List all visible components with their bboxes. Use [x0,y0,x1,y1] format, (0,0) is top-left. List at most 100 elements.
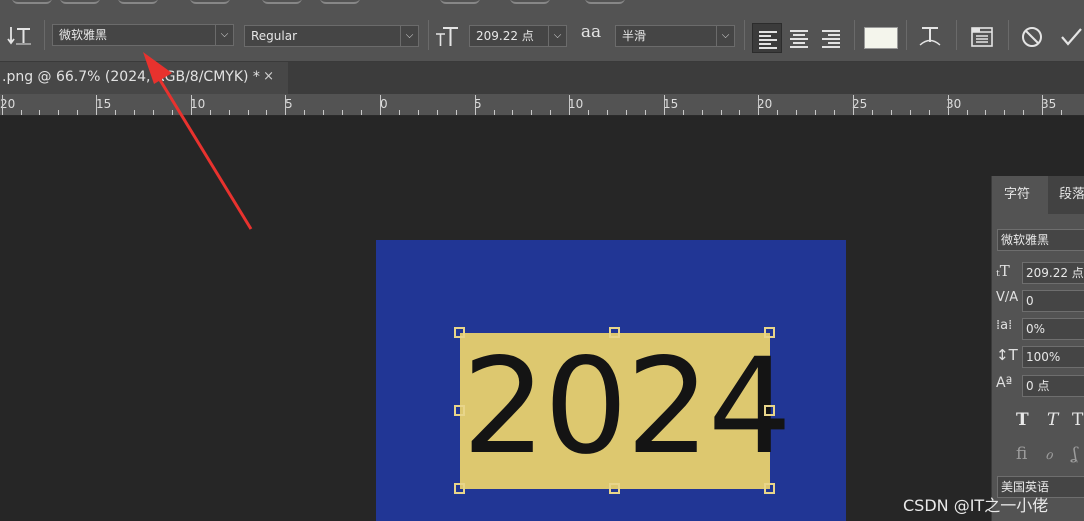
font-style-select[interactable]: Regular ⌵ [244,25,419,47]
tab-character[interactable]: 字符 [992,176,1048,214]
ruler-label: 20 [757,97,773,111]
menu-item-remnant[interactable] [510,0,550,4]
tab-paragraph[interactable]: 段落 [1052,176,1084,214]
font-family-value: 微软雅黑 [59,28,108,42]
ruler-tick [115,110,116,115]
faux-italic-icon[interactable]: T [1047,410,1058,430]
panel-font-size-field[interactable]: 209.22 点 [1022,262,1084,284]
menu-item-remnant[interactable] [320,0,360,4]
antialias-icon: aa [580,22,602,42]
swash-icon[interactable]: ʆ [1072,444,1078,464]
document-tab[interactable]: .png @ 66.7% (2024, RGB/8/CMYK) * × [0,62,288,94]
transform-handle-middle-right[interactable] [764,405,775,416]
ruler-tick [702,110,703,115]
kerning-field[interactable]: 0 [1022,290,1084,312]
ruler-tick [58,110,59,115]
transform-handle-top-right[interactable] [764,327,775,338]
ruler-tick [721,110,722,115]
vertical-scale-field[interactable]: 100% [1022,346,1084,368]
text-orientation-svg [7,27,31,45]
character-panel-toggle-icon[interactable] [968,23,996,51]
ruler-tick [569,95,570,115]
ruler-tick [512,110,513,115]
ruler-tick [96,95,97,115]
all-caps-icon[interactable]: T [1072,410,1083,430]
font-size-select[interactable]: 209.22 点 ⌵ [469,25,567,47]
ruler-tick [323,110,324,115]
ruler-tick [361,110,362,115]
baseline-shift-icon: Aª [996,375,1013,391]
ruler-tick [626,110,627,115]
ruler-tick [664,95,665,115]
photoshop-window: 微软雅黑 ⌵ Regular ⌵ 209.22 点 ⌵ aa 半滑 ⌵ .png… [0,0,1084,521]
chevron-down-icon: ⌵ [548,26,566,46]
text-layer-2024[interactable]: 2024 [462,322,792,492]
menu-item-remnant[interactable] [12,0,52,4]
ruler-tick [1042,95,1043,115]
ruler-tick [834,110,835,115]
menu-item-remnant[interactable] [118,0,158,4]
transform-handle-top-center[interactable] [609,327,620,338]
menu-item-remnant[interactable] [190,0,230,4]
transform-handle-top-left[interactable] [454,327,465,338]
align-right-button[interactable] [816,23,846,53]
baseline-shift-field[interactable]: 0 点 [1022,375,1084,397]
font-size-value: 209.22 点 [476,29,534,43]
ruler-tick [153,110,154,115]
ruler-tick [210,110,211,115]
ruler-tick [380,95,381,115]
commit-check-icon[interactable] [1058,23,1084,51]
menu-item-remnant[interactable] [60,0,100,4]
text-orientation-icon[interactable] [6,22,34,50]
ruler-tick [266,110,267,115]
text-color-swatch[interactable] [864,27,898,49]
ruler-label: 35 [1041,97,1057,111]
ruler-tick [172,110,173,115]
ruler-tick [2,95,3,115]
font-family-select[interactable]: 微软雅黑 ⌵ [52,24,234,46]
ruler-tick [777,110,778,115]
transform-handle-bottom-center[interactable] [609,483,620,494]
warp-text-icon[interactable] [916,22,944,50]
ruler-tick [191,95,192,115]
panel-toggle-svg [971,27,993,47]
ruler-tick [77,110,78,115]
cancel-svg [1022,27,1042,47]
antialias-value: 半滑 [622,29,647,43]
divider [44,20,45,50]
antialias-select[interactable]: 半滑 ⌵ [615,25,735,47]
transform-handle-bottom-left[interactable] [454,483,465,494]
ruler-tick [872,110,873,115]
divider [1008,20,1009,50]
ruler-tick [475,95,476,115]
menu-item-remnant[interactable] [585,0,625,4]
cancel-icon[interactable] [1018,23,1046,51]
menu-item-remnant[interactable] [440,0,480,4]
ruler-tick [758,95,759,115]
ruler-tick [739,110,740,115]
divider [428,20,429,50]
panel-font-family-select[interactable]: 微软雅黑 [997,229,1084,251]
font-size-icon: ₜT [996,262,1010,280]
faux-bold-icon[interactable]: T [1016,410,1029,430]
align-center-button[interactable] [784,23,814,53]
ligatures-icon[interactable]: ﬁ [1016,444,1027,464]
ruler-tick [910,110,911,115]
transform-handle-middle-left[interactable] [454,405,465,416]
divider [854,20,855,50]
transform-handle-bottom-right[interactable] [764,483,775,494]
close-icon[interactable]: × [263,62,274,92]
ruler-label: 10 [568,97,584,111]
ruler-tick [39,110,40,115]
ruler-tick [967,110,968,115]
tracking-field[interactable]: 0% [1022,318,1084,340]
ruler-tick [418,110,419,115]
ruler-tick [285,95,286,115]
align-left-button[interactable] [752,23,782,53]
align-center-icon [790,30,808,50]
menu-item-remnant[interactable] [262,0,302,4]
ruler-tick [134,110,135,115]
ruler-tick [1023,110,1024,115]
old-style-icon[interactable]: ℴ [1045,444,1053,464]
divider [744,20,745,50]
